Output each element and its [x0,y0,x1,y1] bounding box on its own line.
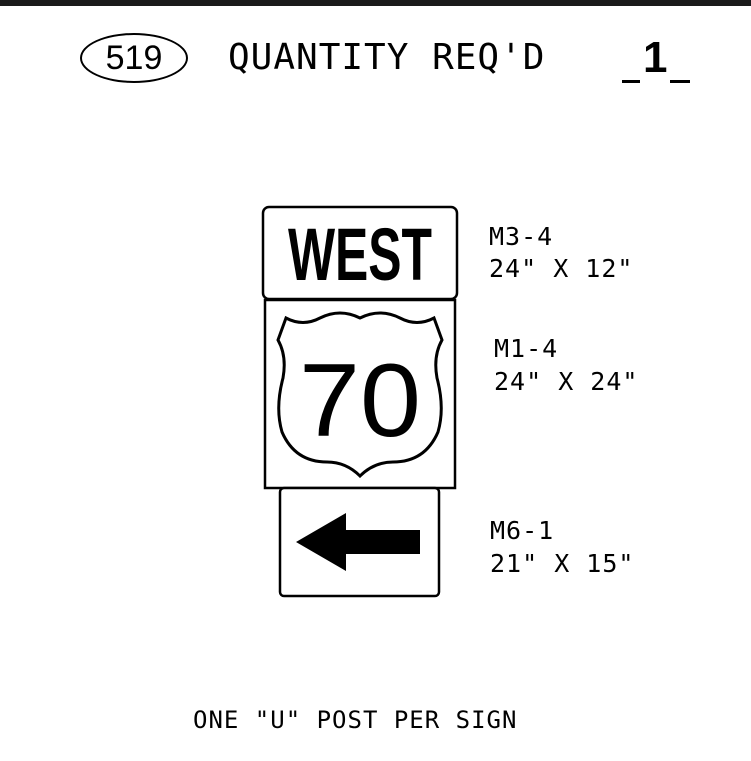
sign-size-label: 21" X 15" [490,549,634,578]
arrow-sign [278,486,441,598]
sign-code-label: M6-1 [490,516,554,545]
sign-assembly: WEST 70 M3-4 24" X 12" M1-4 24" X 24" M6… [261,205,638,598]
footer-note: ONE "U" POST PER SIGN [193,706,518,734]
route-number: 70 [299,343,421,459]
sign-size-label: 24" X 24" [494,367,638,396]
west-legend: WEST [288,213,432,296]
sign-code-label: M3-4 [489,222,553,251]
route-shield-sign: 70 [263,298,457,490]
sign-code-label: M1-4 [494,334,558,363]
west-sign: WEST [261,205,459,301]
sign-size-label: 24" X 12" [489,254,633,283]
